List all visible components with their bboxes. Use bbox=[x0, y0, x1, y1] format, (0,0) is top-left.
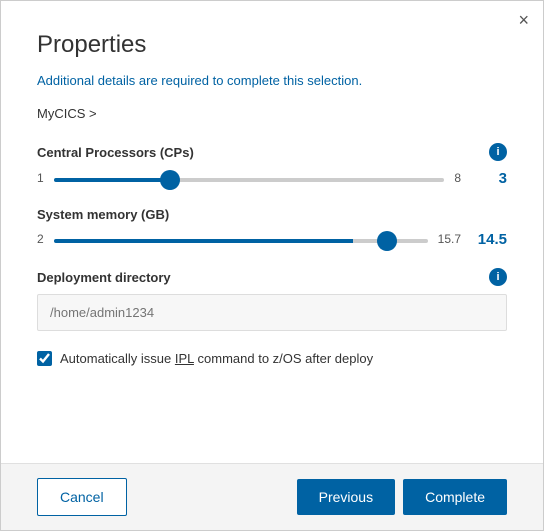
complete-button[interactable]: Complete bbox=[403, 479, 507, 515]
cpu-slider[interactable] bbox=[54, 178, 445, 182]
directory-label: Deployment directory bbox=[37, 270, 171, 285]
memory-label: System memory (GB) bbox=[37, 207, 169, 222]
memory-slider-wrapper bbox=[54, 230, 428, 248]
memory-slider-value: 14.5 bbox=[471, 231, 507, 248]
directory-info-icon[interactable]: i bbox=[489, 268, 507, 286]
checkbox-row: Automatically issue IPL command to z/OS … bbox=[37, 351, 507, 366]
cpu-slider-row: 1 8 3 bbox=[37, 169, 507, 187]
cpu-info-icon[interactable]: i bbox=[489, 143, 507, 161]
modal-dialog: × Properties Additional details are requ… bbox=[0, 0, 544, 531]
directory-input[interactable] bbox=[37, 294, 507, 331]
cpu-label: Central Processors (CPs) bbox=[37, 145, 194, 160]
checkbox-label: Automatically issue IPL command to z/OS … bbox=[60, 351, 373, 366]
memory-field-group: System memory (GB) 2 15.7 14.5 bbox=[37, 207, 507, 248]
cpu-slider-min: 1 bbox=[37, 171, 44, 185]
ipl-link: IPL bbox=[175, 351, 194, 366]
memory-slider[interactable] bbox=[54, 239, 428, 243]
cpu-slider-wrapper bbox=[54, 169, 445, 187]
modal-description: Additional details are required to compl… bbox=[37, 73, 507, 88]
memory-slider-min: 2 bbox=[37, 232, 44, 246]
checkbox-label-pre: Automatically issue bbox=[60, 351, 175, 366]
memory-slider-max: 15.7 bbox=[438, 232, 461, 246]
modal-footer: Cancel Previous Complete bbox=[1, 463, 543, 530]
modal-body: Properties Additional details are requir… bbox=[1, 1, 543, 463]
footer-right-buttons: Previous Complete bbox=[297, 479, 507, 515]
checkbox-label-post: command to z/OS after deploy bbox=[194, 351, 373, 366]
previous-button[interactable]: Previous bbox=[297, 479, 395, 515]
breadcrumb: MyCICS > bbox=[37, 106, 507, 121]
ipl-checkbox[interactable] bbox=[37, 351, 52, 366]
cpu-field-group: Central Processors (CPs) i 1 8 3 bbox=[37, 143, 507, 187]
memory-slider-row: 2 15.7 14.5 bbox=[37, 230, 507, 248]
cpu-slider-max: 8 bbox=[454, 171, 461, 185]
memory-label-row: System memory (GB) bbox=[37, 207, 507, 222]
directory-field-group: Deployment directory i bbox=[37, 268, 507, 331]
cpu-slider-value: 3 bbox=[471, 170, 507, 187]
modal-title: Properties bbox=[37, 31, 507, 59]
close-button[interactable]: × bbox=[518, 11, 529, 29]
directory-label-row: Deployment directory i bbox=[37, 268, 507, 286]
cpu-label-row: Central Processors (CPs) i bbox=[37, 143, 507, 161]
cancel-button[interactable]: Cancel bbox=[37, 478, 127, 516]
